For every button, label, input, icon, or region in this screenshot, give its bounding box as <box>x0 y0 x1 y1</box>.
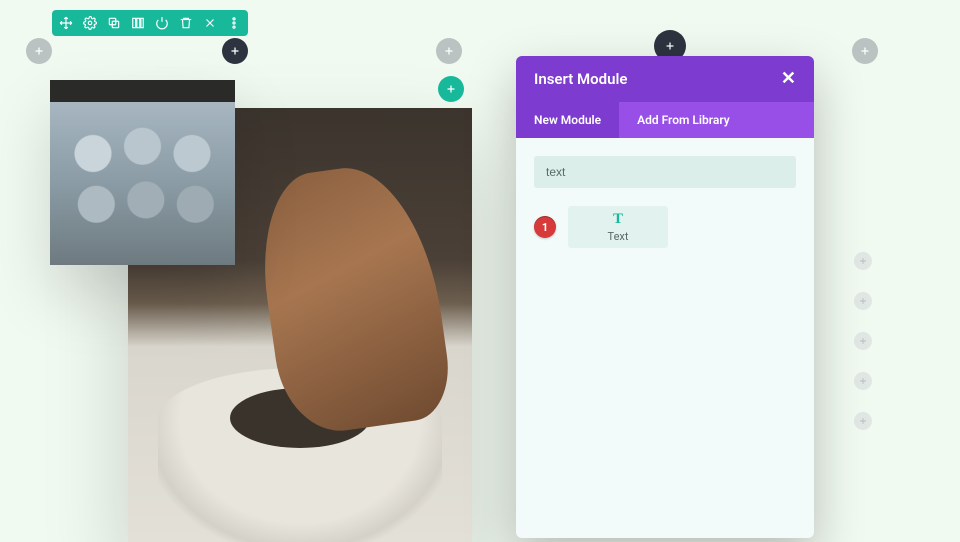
move-icon[interactable] <box>58 15 74 31</box>
module-label: Text <box>608 230 629 243</box>
more-icon[interactable] <box>226 15 242 31</box>
add-section-button-2[interactable] <box>436 38 462 64</box>
add-section-button[interactable] <box>26 38 52 64</box>
modal-tabs: New Module Add From Library <box>516 102 814 138</box>
add-small-2[interactable] <box>854 292 872 310</box>
insert-module-modal: Insert Module ✕ New Module Add From Libr… <box>516 56 814 538</box>
close-icon[interactable] <box>202 15 218 31</box>
modal-body: 1 T Text <box>516 138 814 538</box>
module-text[interactable]: T Text <box>568 206 668 248</box>
image-pottery-hand <box>251 157 456 438</box>
module-result-row: 1 T Text <box>534 206 796 248</box>
tab-add-from-library[interactable]: Add From Library <box>619 102 748 138</box>
tab-new-module[interactable]: New Module <box>516 102 619 138</box>
add-small-1[interactable] <box>854 252 872 270</box>
add-small-4[interactable] <box>854 372 872 390</box>
modal-close-icon[interactable]: ✕ <box>781 70 796 88</box>
image-cups <box>50 80 235 265</box>
modal-title: Insert Module <box>534 70 627 88</box>
power-icon[interactable] <box>154 15 170 31</box>
duplicate-icon[interactable] <box>106 15 122 31</box>
add-module-button[interactable] <box>222 38 248 64</box>
modal-header: Insert Module ✕ <box>516 56 814 102</box>
annotation-badge: 1 <box>534 216 556 238</box>
add-section-button-3[interactable] <box>852 38 878 64</box>
add-small-5[interactable] <box>854 412 872 430</box>
column-icon[interactable] <box>130 15 146 31</box>
gear-icon[interactable] <box>82 15 98 31</box>
row-toolbar <box>52 10 248 36</box>
module-search-input[interactable] <box>534 156 796 188</box>
text-icon: T <box>613 211 623 228</box>
add-row-button[interactable] <box>438 76 464 102</box>
add-small-3[interactable] <box>854 332 872 350</box>
trash-icon[interactable] <box>178 15 194 31</box>
